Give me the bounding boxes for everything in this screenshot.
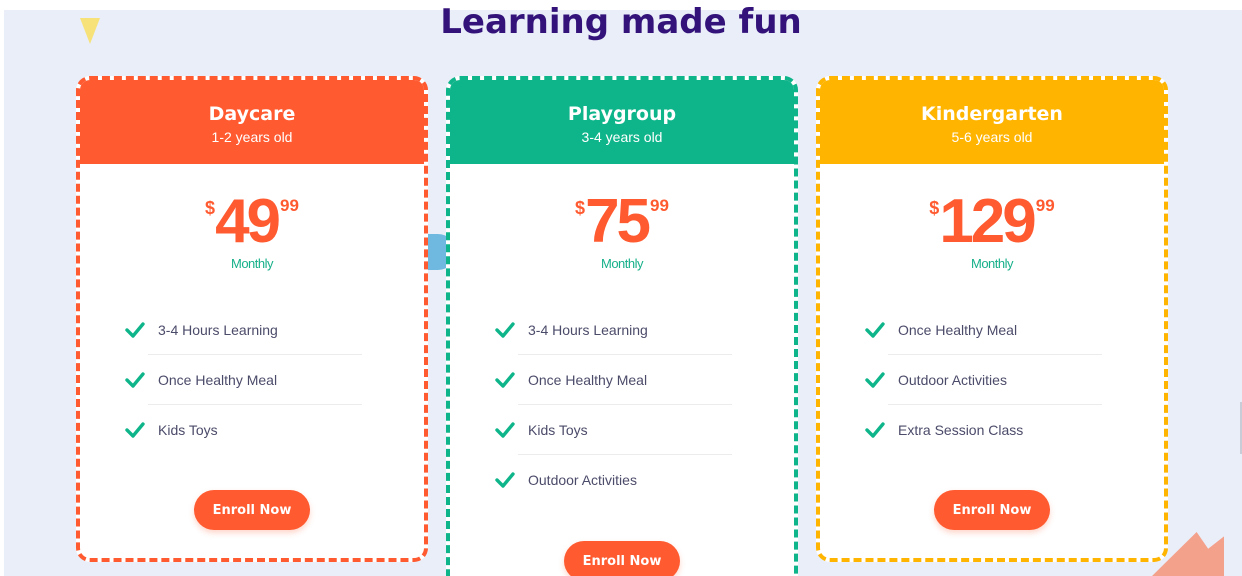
check-icon — [494, 319, 516, 341]
enroll-now-button[interactable]: Enroll Now — [564, 541, 680, 576]
feature-label: Outdoor Activities — [528, 472, 637, 488]
feature-label: 3-4 Hours Learning — [158, 322, 278, 338]
price-currency: $ — [929, 198, 940, 218]
check-icon — [124, 319, 146, 341]
section-title: Learning made fun — [440, 2, 802, 42]
list-item: Kids Toys — [450, 405, 794, 455]
plan-age: 1-2 years old — [211, 129, 293, 145]
pricing-card-daycare: Daycare 1-2 years old $ 49 99 Monthly 3-… — [76, 76, 428, 562]
enroll-now-button[interactable]: Enroll Now — [934, 490, 1050, 530]
list-item: 3-4 Hours Learning — [450, 305, 794, 355]
feature-list: 3-4 Hours Learning Once Healthy Meal Kid… — [80, 305, 424, 455]
enroll-now-button[interactable]: Enroll Now — [194, 490, 310, 530]
list-item: Once Healthy Meal — [450, 355, 794, 405]
pricing-card-playgroup: Playgroup 3-4 years old $ 75 99 Monthly … — [446, 76, 798, 576]
price-amount: 129 — [939, 187, 1036, 256]
feature-list: Once Healthy Meal Outdoor Activities Ext… — [820, 305, 1164, 455]
list-item: Outdoor Activities — [450, 455, 794, 505]
check-icon — [494, 419, 516, 441]
pricing-card-kindergarten: Kindergarten 5-6 years old $ 129 99 Mont… — [816, 76, 1168, 562]
feature-label: Once Healthy Meal — [528, 372, 648, 388]
price-cents: 99 — [650, 196, 669, 215]
list-item: Extra Session Class — [820, 405, 1164, 455]
feature-label: Kids Toys — [158, 422, 218, 438]
plan-age: 5-6 years old — [951, 129, 1033, 145]
list-item: Once Healthy Meal — [80, 355, 424, 405]
list-item: Kids Toys — [80, 405, 424, 455]
billing-period: Monthly — [230, 256, 274, 271]
price-currency: $ — [575, 198, 586, 218]
check-icon — [124, 419, 146, 441]
price: $ 75 99 — [450, 187, 794, 256]
feature-label: Once Healthy Meal — [898, 322, 1018, 338]
plan-name: Kindergarten — [921, 103, 1063, 125]
plan-name: Daycare — [208, 103, 296, 125]
list-item: 3-4 Hours Learning — [80, 305, 424, 355]
feature-list: 3-4 Hours Learning Once Healthy Meal Kid… — [450, 305, 794, 505]
card-header: Daycare 1-2 years old — [80, 80, 424, 164]
price-amount: 75 — [585, 187, 651, 256]
billing-period: Monthly — [600, 256, 644, 271]
check-icon — [494, 369, 516, 391]
price-currency: $ — [205, 198, 216, 218]
card-header: Playgroup 3-4 years old — [450, 80, 794, 164]
feature-label: Outdoor Activities — [898, 372, 1007, 388]
plan-age: 3-4 years old — [581, 129, 663, 145]
feature-label: Once Healthy Meal — [158, 372, 278, 388]
price-cents: 99 — [1035, 196, 1055, 215]
check-icon — [864, 319, 886, 341]
check-icon — [124, 369, 146, 391]
plan-name: Playgroup — [567, 103, 677, 125]
feature-label: 3-4 Hours Learning — [528, 322, 648, 338]
check-icon — [864, 419, 886, 441]
list-item: Once Healthy Meal — [820, 305, 1164, 355]
price-amount: 49 — [215, 187, 281, 256]
price-cents: 99 — [280, 196, 299, 215]
price: $ 49 99 — [80, 187, 424, 256]
card-header: Kindergarten 5-6 years old — [820, 80, 1164, 164]
feature-label: Kids Toys — [528, 422, 588, 438]
price: $ 129 99 — [820, 187, 1164, 256]
list-item: Outdoor Activities — [820, 355, 1164, 405]
check-icon — [864, 369, 886, 391]
check-icon — [494, 469, 516, 491]
billing-period: Monthly — [970, 256, 1014, 271]
feature-label: Extra Session Class — [898, 422, 1024, 438]
